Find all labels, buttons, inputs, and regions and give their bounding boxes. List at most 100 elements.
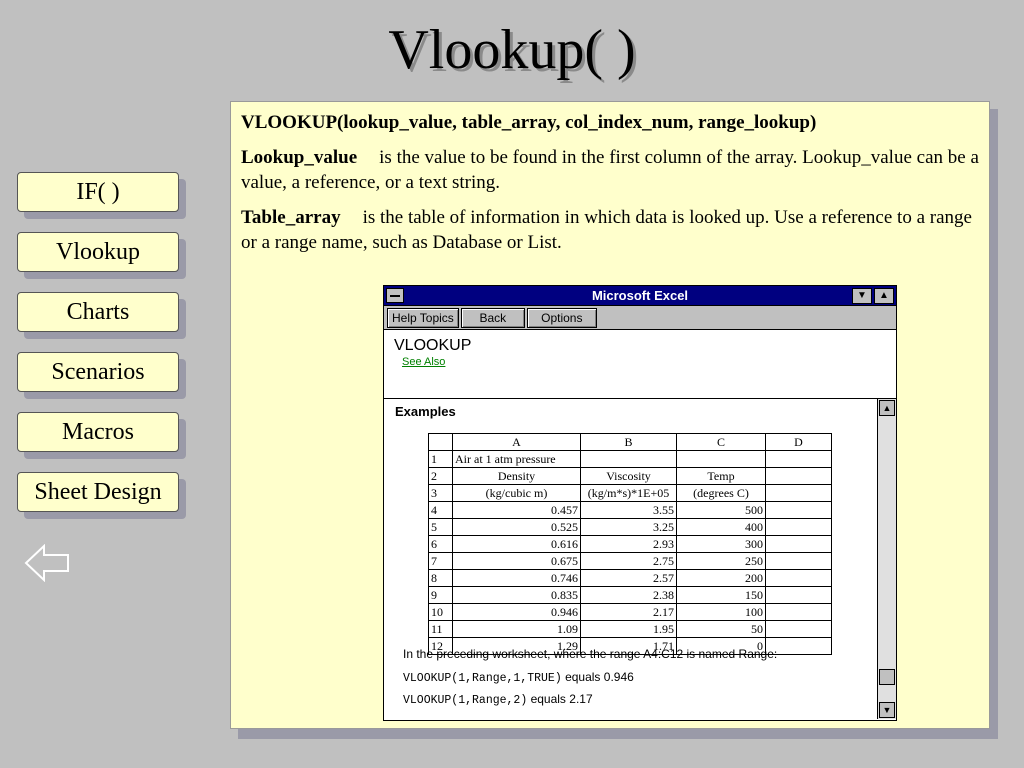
sheet-cell: Temp xyxy=(676,467,766,485)
sheet-cell: 400 xyxy=(676,518,766,536)
nav-button-sheet-design[interactable]: Sheet Design xyxy=(17,472,179,512)
row-number: 2 xyxy=(428,467,453,485)
nav-button-charts[interactable]: Charts xyxy=(17,292,179,332)
sheet-row: 3 (kg/cubic m) (kg/m*s)*1E+05 (degrees C) xyxy=(428,484,832,502)
vertical-scrollbar[interactable]: ▲ ▼ xyxy=(877,399,896,719)
sheet-cell: 0.616 xyxy=(452,535,581,553)
nav-button-scenarios[interactable]: Scenarios xyxy=(17,352,179,392)
sheet-cell: 100 xyxy=(676,603,766,621)
sheet-row: 7 0.675 2.75 250 xyxy=(428,552,832,570)
sheet-cell: 0.746 xyxy=(452,569,581,587)
sheet-cell: (kg/cubic m) xyxy=(452,484,581,502)
example-worksheet: A B C D 1 Air at 1 atm pressure 2 Density Vi… xyxy=(428,433,832,655)
scroll-down-icon[interactable]: ▼ xyxy=(879,702,895,718)
param-table-array: Table_array is the table of information i… xyxy=(241,205,979,255)
nav-button-vlookup[interactable]: Vlookup xyxy=(17,232,179,272)
sheet-row: 2 Density Viscosity Temp xyxy=(428,467,832,485)
sheet-cell: 3.25 xyxy=(580,518,677,536)
sheet-cell: Density xyxy=(452,467,581,485)
sheet-cell: (degrees C) xyxy=(676,484,766,502)
sheet-cell xyxy=(765,518,832,536)
sheet-cell xyxy=(765,450,832,468)
sheet-cell: 0.946 xyxy=(452,603,581,621)
sheet-cell: 2.57 xyxy=(580,569,677,587)
example-code: VLOOKUP(1,Range,2) xyxy=(403,694,528,707)
sheet-cell: 1.09 xyxy=(452,620,581,638)
nav-button-macros[interactable]: Macros xyxy=(17,412,179,452)
sheet-cell: 300 xyxy=(676,535,766,553)
scroll-up-icon[interactable]: ▲ xyxy=(879,400,895,416)
row-number: 11 xyxy=(428,620,453,638)
sheet-row: 8 0.746 2.57 200 xyxy=(428,569,832,587)
param-term: Lookup_value xyxy=(241,147,358,168)
sheet-cell: 500 xyxy=(676,501,766,519)
nav-button-if[interactable]: IF( ) xyxy=(17,172,179,212)
param-lookup-value: Lookup_value is the value to be found in … xyxy=(241,145,979,195)
example-code: VLOOKUP(1,Range,1,TRUE) xyxy=(403,672,562,685)
sheet-cell: 2.93 xyxy=(580,535,677,553)
sheet-cell: 50 xyxy=(676,620,766,638)
column-header: C xyxy=(676,433,766,451)
sheet-cell: 200 xyxy=(676,569,766,587)
system-menu-icon[interactable] xyxy=(386,288,404,303)
column-header: B xyxy=(580,433,677,451)
sheet-row: 9 0.835 2.38 150 xyxy=(428,586,832,604)
topic-title: VLOOKUP xyxy=(394,337,472,354)
row-number: 7 xyxy=(428,552,453,570)
help-body: Examples A B C D 1 Air at 1 atm pressure 2… xyxy=(384,399,896,719)
example-line-2: VLOOKUP(1,Range,2) equals 2.17 xyxy=(403,692,593,707)
sheet-cell xyxy=(765,620,832,638)
sheet-row: 11 1.09 1.95 50 xyxy=(428,620,832,638)
sheet-cell: 1.95 xyxy=(580,620,677,638)
sheet-cell: 3.55 xyxy=(580,501,677,519)
sheet-cell: 0.835 xyxy=(452,586,581,604)
param-desc: is the table of information in which dat… xyxy=(241,207,972,253)
back-arrow-icon[interactable] xyxy=(24,544,70,582)
example-note: In the preceding worksheet, where the ra… xyxy=(403,647,778,661)
options-button[interactable]: Options xyxy=(526,308,597,328)
sheet-cell xyxy=(580,450,677,468)
syntax-line: VLOOKUP(lookup_value, table_array, col_i… xyxy=(241,112,817,133)
back-button[interactable]: Back xyxy=(460,308,525,328)
scroll-thumb[interactable] xyxy=(879,669,895,685)
examples-heading: Examples xyxy=(395,404,456,419)
row-number: 1 xyxy=(428,450,453,468)
row-number: 4 xyxy=(428,501,453,519)
sheet-cell: 2.75 xyxy=(580,552,677,570)
help-titlebar: Microsoft Excel ▼ ▲ xyxy=(384,286,896,306)
example-result: equals 0.946 xyxy=(561,670,634,684)
sheet-cell: 250 xyxy=(676,552,766,570)
see-also-link[interactable]: See Also xyxy=(402,356,886,368)
sheet-cell xyxy=(765,535,832,553)
example-result: equals 2.17 xyxy=(527,692,593,706)
column-header: D xyxy=(765,433,832,451)
row-number: 9 xyxy=(428,586,453,604)
sheet-cell xyxy=(765,484,832,502)
corner-cell xyxy=(428,433,453,451)
slide-title: Vlookup( ) xyxy=(388,19,636,81)
sheet-cell: 0.675 xyxy=(452,552,581,570)
sheet-cell: 2.38 xyxy=(580,586,677,604)
sheet-cell: 150 xyxy=(676,586,766,604)
sheet-row: 1 Air at 1 atm pressure xyxy=(428,450,832,468)
sheet-row: 4 0.457 3.55 500 xyxy=(428,501,832,519)
param-term: Table_array xyxy=(241,207,341,228)
row-number: 5 xyxy=(428,518,453,536)
row-number: 3 xyxy=(428,484,453,502)
row-number: 10 xyxy=(428,603,453,621)
help-window: Microsoft Excel ▼ ▲ Help Topics Back Opt… xyxy=(383,285,897,721)
help-topics-button[interactable]: Help Topics xyxy=(387,308,459,328)
sheet-cell xyxy=(765,569,832,587)
column-header: A xyxy=(452,433,581,451)
sheet-cell xyxy=(765,467,832,485)
sheet-row: 6 0.616 2.93 300 xyxy=(428,535,832,553)
sheet-cell: Viscosity xyxy=(580,467,677,485)
help-toolbar: Help Topics Back Options xyxy=(384,306,896,330)
topic-header: VLOOKUP See Also xyxy=(384,330,896,399)
sheet-cell xyxy=(676,450,766,468)
window-title: Microsoft Excel xyxy=(591,288,689,303)
sheet-cell: 0.457 xyxy=(452,501,581,519)
maximize-icon[interactable]: ▲ xyxy=(874,288,894,304)
example-line-1: VLOOKUP(1,Range,1,TRUE) equals 0.946 xyxy=(403,670,634,685)
minimize-icon[interactable]: ▼ xyxy=(852,288,872,304)
